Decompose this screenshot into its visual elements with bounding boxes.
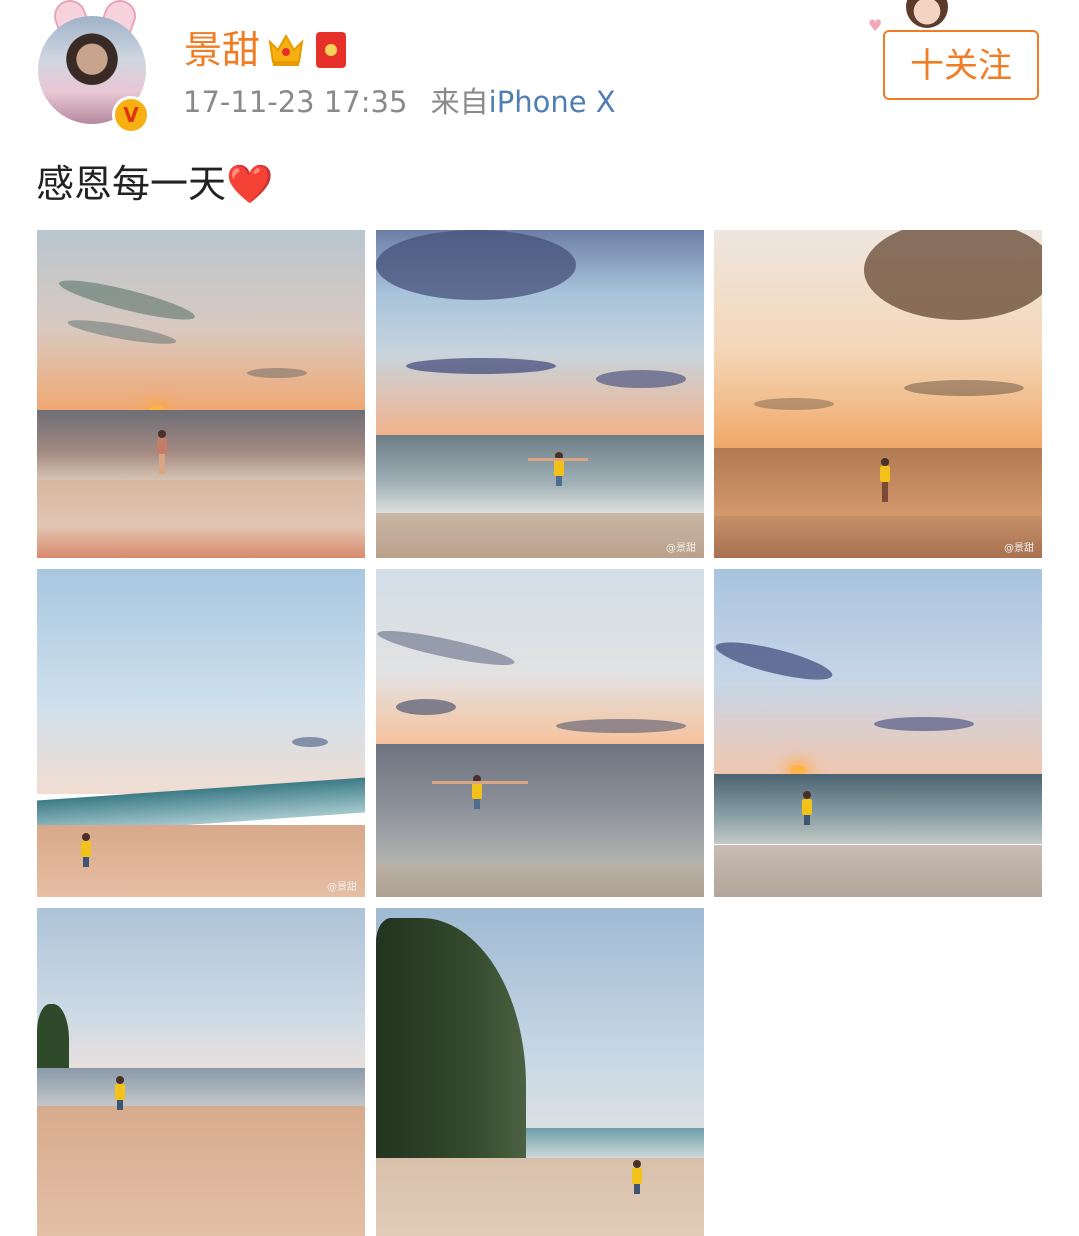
photo-3[interactable]: @景甜 [714, 230, 1042, 558]
follow-button[interactable]: 十关注 [883, 30, 1039, 100]
tree-decoration [37, 1004, 69, 1074]
post-timestamp: 17-11-23 17:35 [183, 85, 408, 119]
post-text-content: 感恩每一天 [36, 162, 227, 206]
photo-1[interactable] [37, 230, 365, 558]
avatar[interactable]: V [34, 0, 154, 134]
photo-watermark: @景甜 [1004, 543, 1034, 554]
username[interactable]: 景甜 [184, 26, 260, 74]
source-prefix: 来自 [430, 85, 489, 119]
source-device-link[interactable]: iPhone X [489, 85, 616, 119]
photo-watermark: @景甜 [327, 882, 357, 893]
crown-icon [268, 33, 304, 66]
cartoon-face-decoration [906, 0, 948, 28]
arms [432, 781, 528, 784]
photo-8[interactable] [376, 908, 704, 1236]
photo-5[interactable] [376, 569, 704, 897]
heart-decoration-icon: ♥ [868, 16, 883, 35]
verified-badge-icon: V [112, 96, 150, 134]
photo-7[interactable] [37, 908, 365, 1236]
post-text: 感恩每一天❤️ [36, 160, 273, 208]
photo-6[interactable] [714, 569, 1042, 897]
photo-2[interactable]: @景甜 [376, 230, 704, 558]
post-meta: 17-11-23 17:35 来自iPhone X [183, 84, 616, 120]
photo-4[interactable]: @景甜 [37, 569, 365, 897]
arms [528, 458, 588, 461]
heart-emoji-icon: ❤️ [226, 162, 274, 206]
red-packet-icon [316, 32, 346, 68]
photo-watermark: @景甜 [666, 543, 696, 554]
